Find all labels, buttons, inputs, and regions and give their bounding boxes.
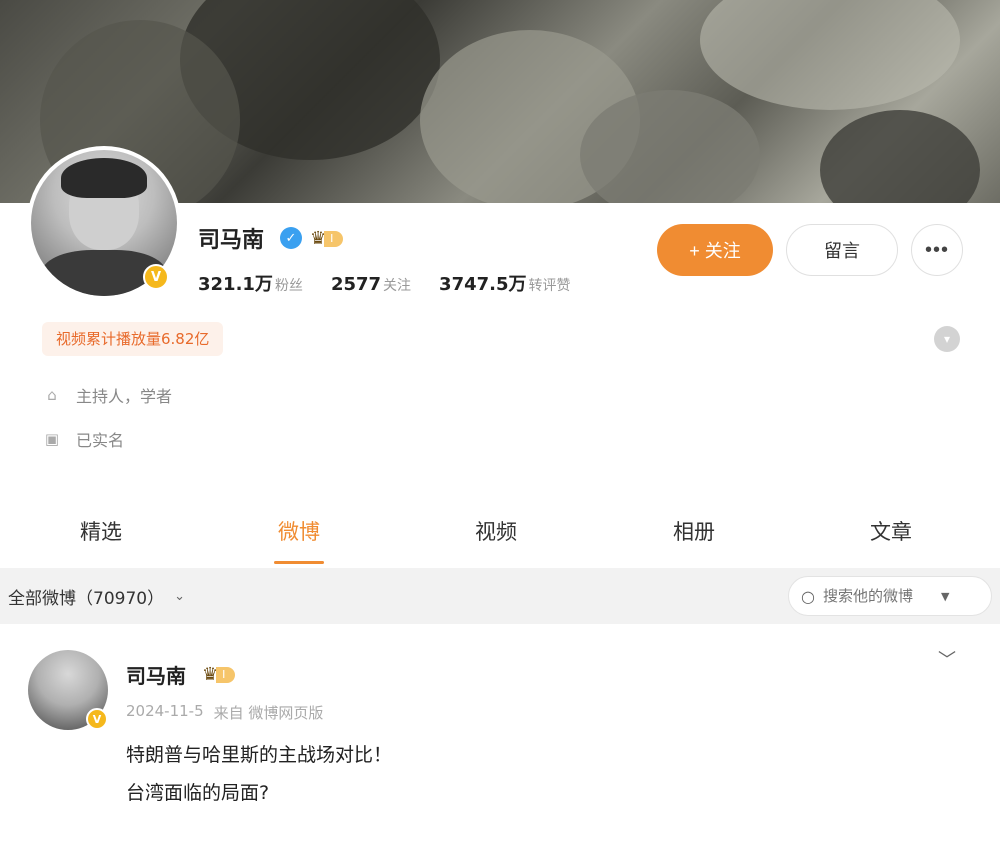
post-text-line: 特朗普与哈里斯的主战场对比！ [126,744,393,766]
tab-articles[interactable]: 文章 [841,516,941,546]
vip-crown-icon: ♛ I [310,228,344,249]
chevron-down-icon: ⌄ [174,589,185,604]
id-card-icon: ▣ [44,430,60,448]
info-row-occupation: ⌂ 主持人，学者 [42,383,172,407]
tab-featured[interactable]: 精选 [51,516,151,546]
dropdown-arrow-icon[interactable]: ▼ [941,590,949,603]
message-button[interactable]: 留言 [786,224,898,276]
filter-bar: 全部微博（70970） ⌄ ○ ▼ [0,568,1000,624]
search-box[interactable]: ○ ▼ [788,576,992,616]
verified-badge-icon: V [143,264,169,290]
vip-level: I [216,666,236,683]
video-play-count-badge: 视频累计播放量6.82亿 [42,322,224,356]
weibo-post: V 司马南 ♛ I 2024-11-5 来自 微博网页版 特朗普与哈里斯的主战场对… [0,624,1000,841]
stat-followers[interactable]: 321.1万 粉丝 [198,270,303,296]
post-source: 来自 微博网页版 [213,704,324,722]
all-weibo-filter[interactable]: 全部微博（70970） ⌄ [8,584,185,609]
tab-video[interactable]: 视频 [446,516,546,546]
expand-info-icon[interactable]: ▾ [934,326,960,352]
info-row-verified: ▣ 已实名 [42,427,124,451]
vip-level: I [324,230,344,247]
post-menu-chevron-icon[interactable]: ﹀ [938,646,956,672]
post-date[interactable]: 2024-11-5 [126,702,204,723]
profile-stats: 321.1万 粉丝 2577 关注 3747.5万 转评赞 [198,270,571,296]
follow-button[interactable]: + 关注 [657,224,773,276]
active-tab-indicator [274,561,324,564]
profile-name: 司马南 [198,228,265,253]
tag-icon: ⌂ [47,386,57,404]
search-input[interactable] [822,587,933,605]
post-meta: 2024-11-5 来自 微博网页版 [126,702,323,723]
tab-weibo[interactable]: 微博 [249,516,349,546]
profile-avatar[interactable]: V [27,146,181,300]
verified-badge-icon: V [86,708,108,730]
search-icon: ○ [801,586,815,606]
stat-likes: 3747.5万 转评赞 [439,274,571,295]
stat-following[interactable]: 2577 关注 [331,274,411,295]
profile-tabs: 精选 微博 视频 相册 文章 [0,500,1000,566]
verified-check-icon: ✓ [280,227,302,249]
post-text-line: 台湾面临的局面? [126,782,270,804]
more-options-button[interactable]: ••• [911,224,963,276]
post-avatar[interactable]: V [28,650,112,734]
vip-crown-icon: ♛ I [202,664,236,685]
post-author[interactable]: 司马南 [126,660,186,689]
tab-album[interactable]: 相册 [644,516,744,546]
